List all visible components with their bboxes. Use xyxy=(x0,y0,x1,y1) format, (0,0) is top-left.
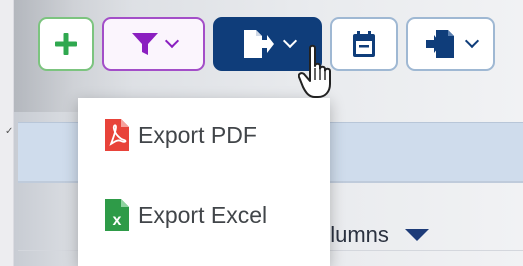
chevron-down-icon xyxy=(282,33,297,49)
pdf-file-icon xyxy=(105,119,129,151)
resize-handle-icon: ✓ xyxy=(5,126,14,137)
caret-down-icon xyxy=(404,229,429,241)
excel-file-icon: x xyxy=(105,199,129,231)
filter-button[interactable] xyxy=(102,17,205,71)
hand-cursor-icon xyxy=(298,44,331,98)
svg-text:x: x xyxy=(113,212,122,229)
calendar-button[interactable] xyxy=(330,17,398,71)
chevron-down-icon xyxy=(464,33,479,49)
menu-item-export-excel[interactable]: x Export Excel xyxy=(78,184,330,246)
columns-button[interactable]: olumns xyxy=(318,218,429,252)
menu-item-label: Export PDF xyxy=(138,121,257,148)
plus-icon xyxy=(55,33,77,55)
import-button[interactable] xyxy=(406,17,495,71)
calendar-icon xyxy=(353,31,375,57)
filter-icon xyxy=(131,33,158,55)
menu-item-export-pdf[interactable]: Export PDF xyxy=(78,104,330,166)
chevron-down-icon xyxy=(164,33,179,49)
menu-item-label: Export Excel xyxy=(138,201,268,228)
add-button[interactable] xyxy=(38,17,94,71)
export-file-icon xyxy=(243,30,274,58)
export-dropdown-menu: Export PDF x Export Excel xyxy=(78,98,330,266)
import-file-icon xyxy=(425,30,454,58)
